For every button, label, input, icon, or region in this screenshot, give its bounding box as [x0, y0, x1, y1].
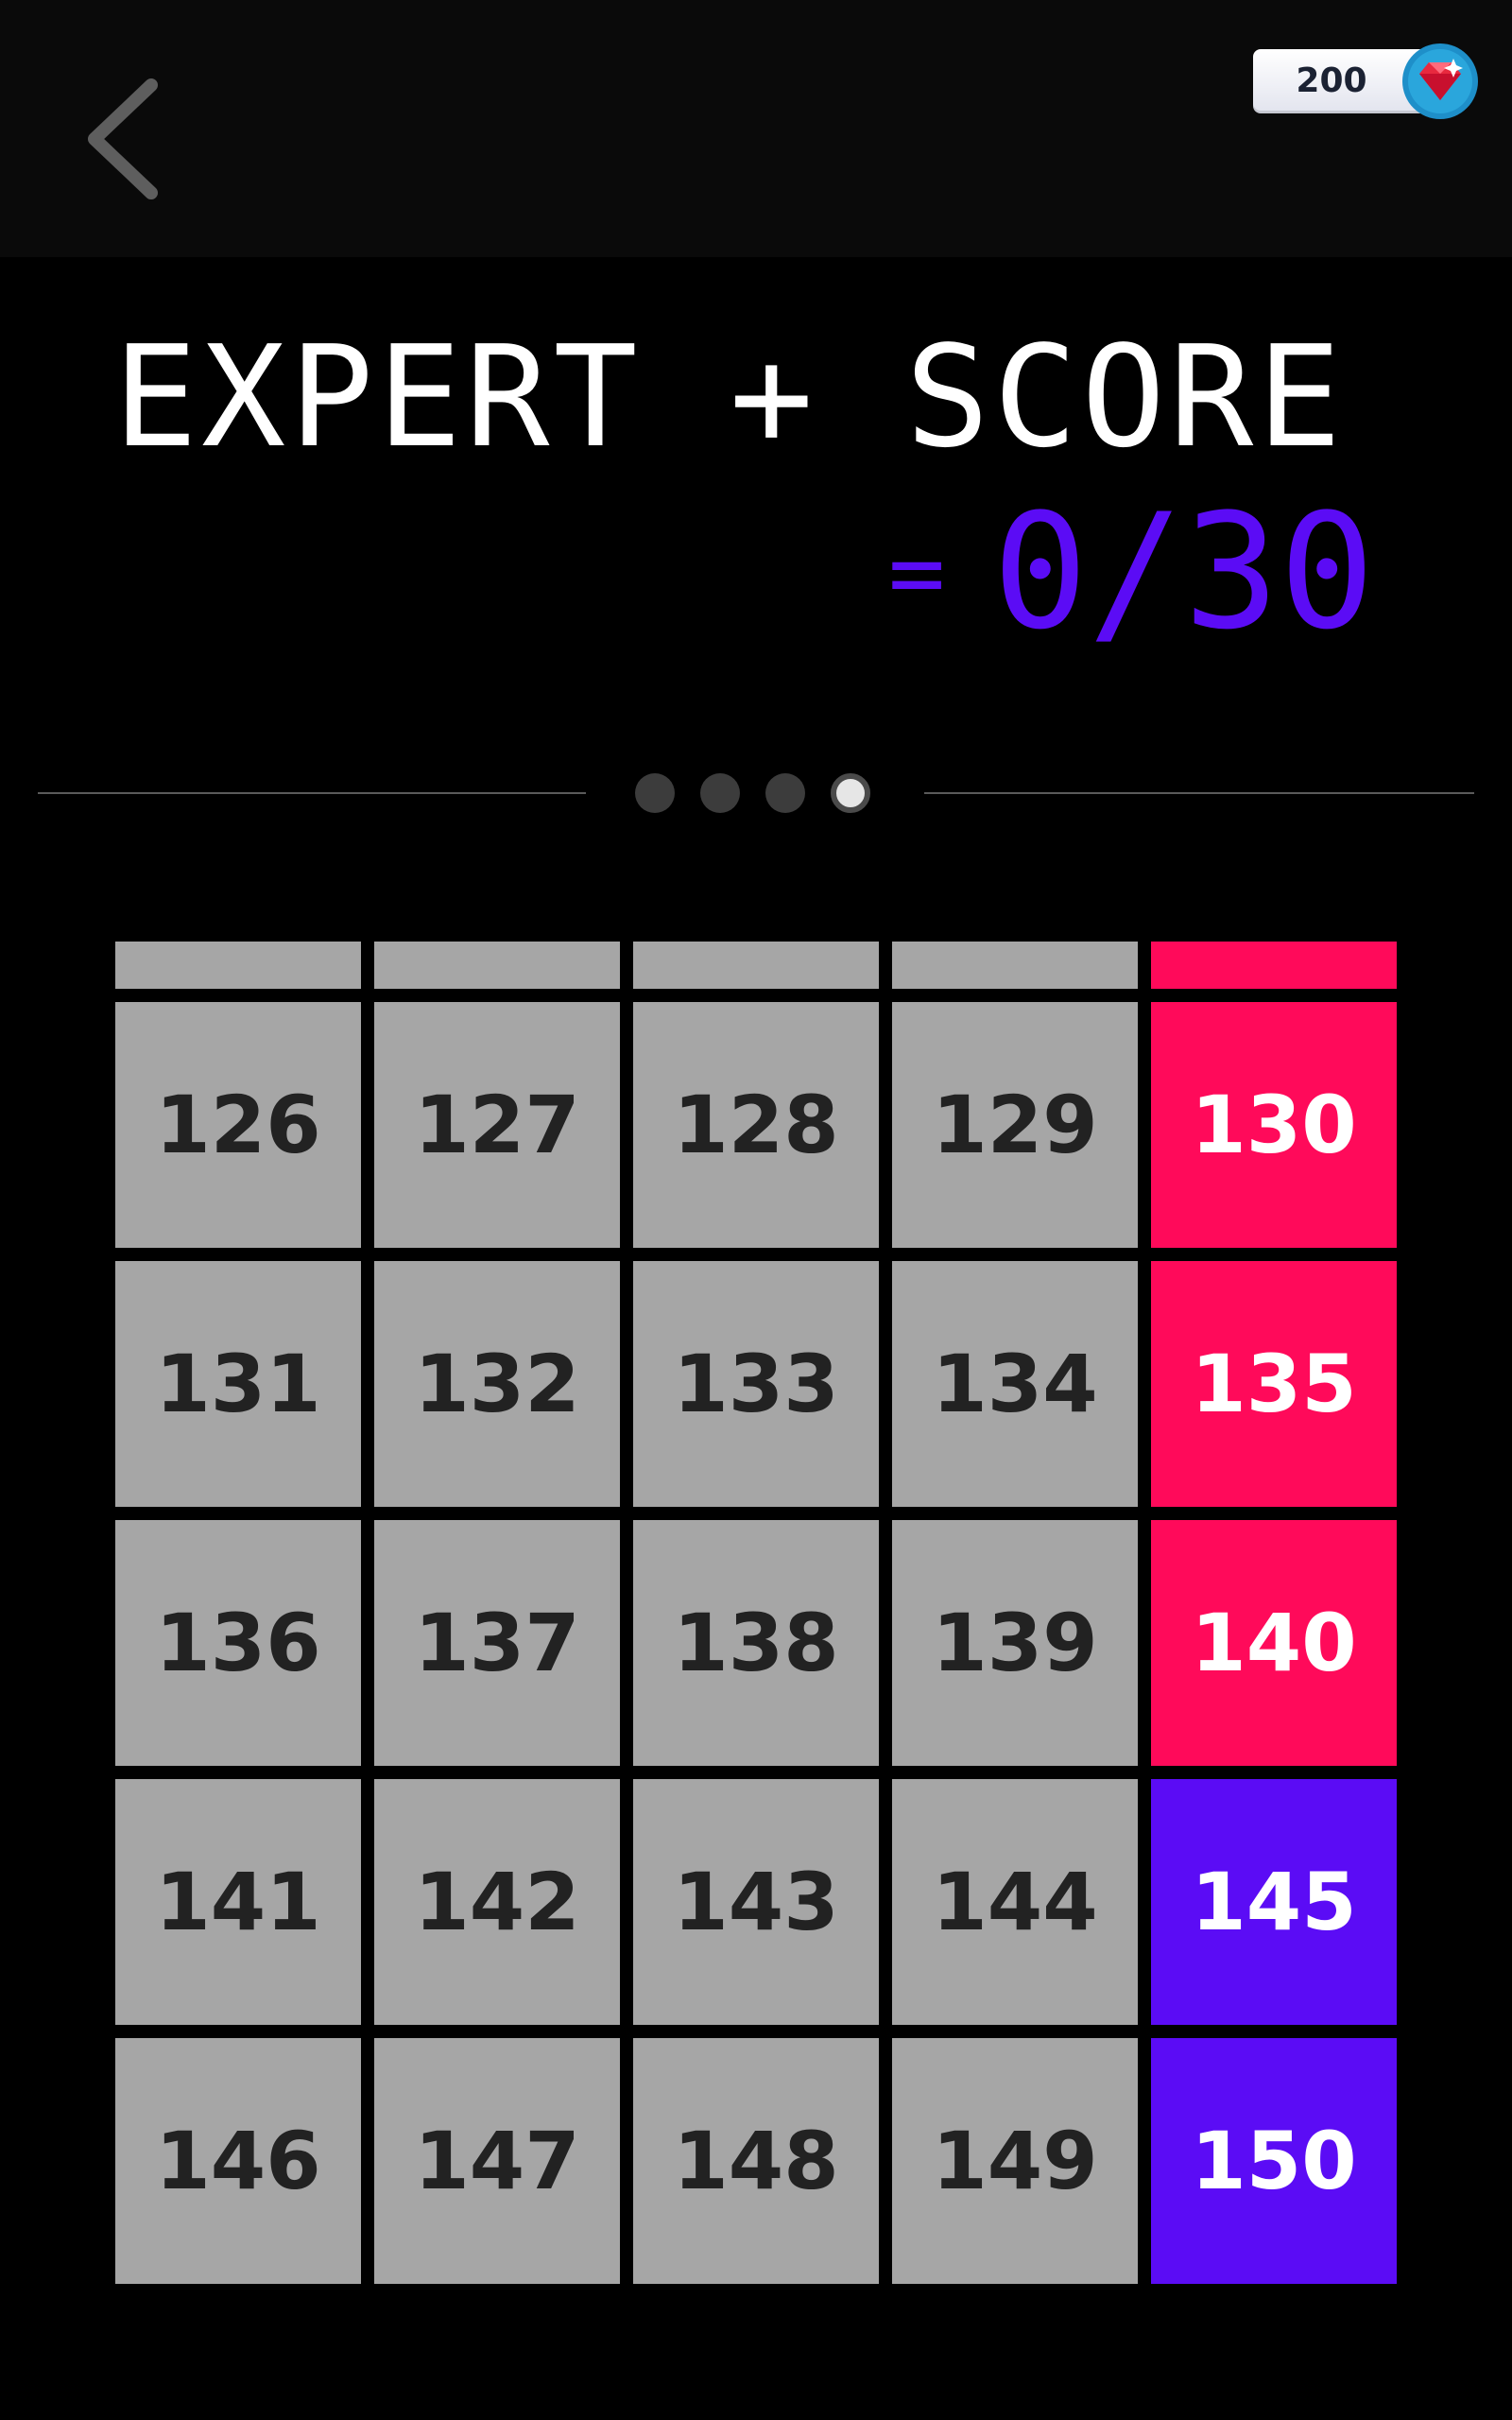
level-tile[interactable]: 135: [1151, 1261, 1397, 1507]
page-dot[interactable]: [635, 773, 675, 813]
level-tile[interactable]: 136: [115, 1520, 361, 1766]
level-tile[interactable]: 150: [1151, 2038, 1397, 2284]
page-dot[interactable]: [831, 773, 870, 813]
level-tile[interactable]: 131: [115, 1261, 361, 1507]
level-tile[interactable]: 146: [115, 2038, 361, 2284]
level-tile-partial[interactable]: [115, 942, 361, 989]
level-tile[interactable]: 127: [374, 1002, 620, 1248]
level-tile[interactable]: 145: [1151, 1779, 1397, 2025]
gem-icon: [1402, 43, 1478, 119]
level-tile-partial[interactable]: [1151, 942, 1397, 989]
level-tile[interactable]: 148: [633, 2038, 879, 2284]
page-indicator: [635, 773, 870, 815]
level-tile[interactable]: 133: [633, 1261, 879, 1507]
back-button[interactable]: [68, 68, 181, 210]
divider-left: [38, 792, 586, 794]
level-tile[interactable]: 128: [633, 1002, 879, 1248]
level-tile-partial[interactable]: [633, 942, 879, 989]
level-tile[interactable]: 140: [1151, 1520, 1397, 1766]
level-tile[interactable]: 132: [374, 1261, 620, 1507]
score-value: 0/30: [992, 479, 1375, 665]
level-tile-partial[interactable]: [374, 942, 620, 989]
mode-title: EXPERT + SCORE: [113, 316, 1346, 478]
level-tile[interactable]: 139: [892, 1520, 1138, 1766]
level-tile[interactable]: 138: [633, 1520, 879, 1766]
level-tile[interactable]: 142: [374, 1779, 620, 2025]
level-tile[interactable]: 137: [374, 1520, 620, 1766]
divider-right: [924, 792, 1474, 794]
level-tile[interactable]: 126: [115, 1002, 361, 1248]
top-bar: 200: [0, 0, 1512, 257]
level-tile[interactable]: 141: [115, 1779, 361, 2025]
score-equals-sign: =: [888, 516, 946, 628]
level-tile-partial[interactable]: [892, 942, 1138, 989]
gem-count: 200: [1296, 61, 1367, 100]
level-tile[interactable]: 144: [892, 1779, 1138, 2025]
page-dot[interactable]: [765, 773, 805, 813]
level-tile[interactable]: 143: [633, 1779, 879, 2025]
level-grid: 126 127 128 129 130 131 132 133 134 135 136 137 138 1…: [115, 1002, 1397, 2284]
level-grid-area: 126 127 128 129 130 131 132 133 134 135 136 137 138 1…: [115, 942, 1397, 2284]
level-tile[interactable]: 147: [374, 2038, 620, 2284]
level-tile[interactable]: 134: [892, 1261, 1138, 1507]
gem-counter[interactable]: 200: [1253, 43, 1480, 119]
level-tile[interactable]: 130: [1151, 1002, 1397, 1248]
previous-row-partial: [115, 942, 1397, 989]
page-dot[interactable]: [700, 773, 740, 813]
score-display: = 0/30: [888, 492, 1375, 652]
level-tile[interactable]: 149: [892, 2038, 1138, 2284]
chevron-left-icon: [88, 78, 158, 199]
level-tile[interactable]: 129: [892, 1002, 1138, 1248]
